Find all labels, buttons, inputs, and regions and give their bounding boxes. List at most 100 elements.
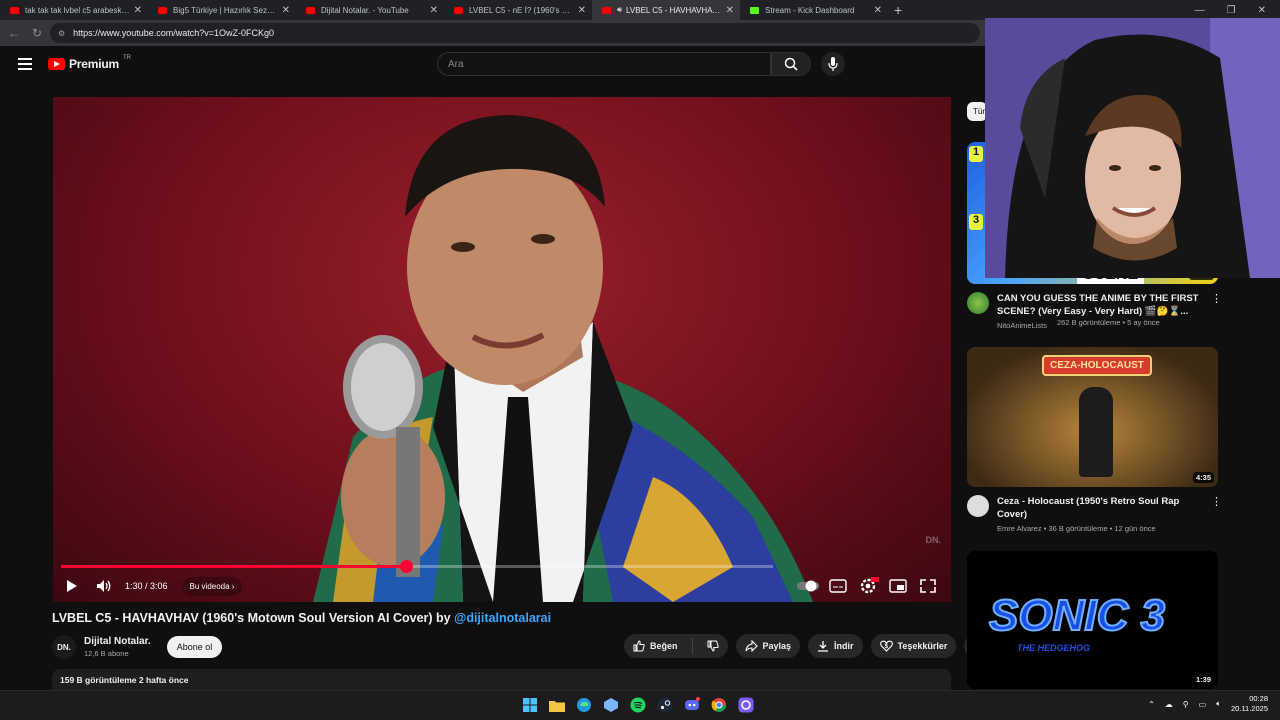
tab-title: tak tak tak lvbel c5 arabesk - YouT bbox=[25, 5, 130, 15]
thanks-label: Teşekkürler bbox=[897, 641, 948, 651]
tab-close-icon[interactable]: ✕ bbox=[430, 5, 438, 16]
tab-title: LVBEL C5 - nE İ? (1960's Motown bbox=[469, 5, 574, 15]
filter-chip-all[interactable]: Tümü bbox=[967, 102, 987, 121]
obs-app-icon[interactable] bbox=[737, 696, 755, 714]
country-code: TR bbox=[122, 55, 131, 61]
discord-icon[interactable] bbox=[683, 696, 701, 714]
restore-icon[interactable]: ❐ bbox=[1227, 5, 1236, 16]
progress-bar[interactable] bbox=[61, 560, 773, 573]
play-icon bbox=[67, 580, 77, 592]
subtitles-icon[interactable] bbox=[827, 576, 849, 596]
video-player[interactable]: 1:30 / 3:06 Bu videoda › DN. bbox=[53, 97, 951, 602]
url-text: https://www.youtube.com/watch?v=1OwZ-0FC… bbox=[73, 28, 275, 38]
volume-button[interactable] bbox=[91, 573, 117, 599]
browser-tab[interactable]: Big5 Türkiye | Hazırlık Sezonu 9. B ✕ bbox=[148, 0, 296, 20]
autoplay-toggle-icon[interactable] bbox=[797, 580, 819, 592]
download-button[interactable]: İndir bbox=[808, 634, 863, 658]
start-windows-icon[interactable] bbox=[521, 696, 539, 714]
youtube-icon bbox=[454, 6, 463, 14]
video-actions: Beğen Paylaş İndir $ Teşekkürler ⋯ bbox=[624, 634, 989, 658]
browser-tab[interactable]: Dijital Notalar. - YouTube ✕ bbox=[296, 0, 444, 20]
video-title-handle-link[interactable]: @dijitalnotalarai bbox=[454, 611, 551, 625]
menu-icon[interactable] bbox=[18, 58, 32, 70]
fullscreen-icon[interactable] bbox=[917, 576, 939, 596]
reload-icon[interactable]: ↻ bbox=[32, 26, 48, 40]
tray-app-icon[interactable]: ☁ bbox=[1165, 700, 1173, 709]
tray-usb-icon[interactable]: ⚲ bbox=[1183, 700, 1189, 709]
channel-avatar[interactable] bbox=[967, 495, 989, 517]
window-controls: — ❐ ✕ bbox=[1195, 0, 1266, 20]
thumb-singer bbox=[1079, 387, 1113, 477]
recommendation-card[interactable]: SONIC 3 THE HEDGEHOG 1:39 bbox=[967, 551, 1218, 689]
share-icon bbox=[744, 640, 758, 652]
tray-expand-icon[interactable]: ⌃ bbox=[1148, 700, 1155, 709]
chapter-label: Bu videoda bbox=[189, 581, 230, 591]
site-info-icon[interactable]: ⚙ bbox=[58, 29, 65, 38]
search-input[interactable]: Ara bbox=[437, 52, 771, 76]
download-icon bbox=[818, 641, 829, 652]
video-owner: DN. Dijital Notalar. 12,6 B abone Abone … bbox=[52, 633, 223, 661]
dislike-button[interactable] bbox=[698, 634, 728, 658]
clock-time: 00:28 bbox=[1249, 694, 1268, 703]
taskbar-apps bbox=[521, 696, 755, 714]
logo-text: Premium bbox=[69, 57, 119, 71]
description-box[interactable]: 159 B görüntüleme 2 hafta önce bbox=[52, 669, 951, 690]
search-button[interactable] bbox=[771, 52, 811, 76]
like-button[interactable]: Beğen bbox=[624, 634, 687, 658]
tab-close-icon[interactable]: ✕ bbox=[726, 5, 734, 16]
more-vertical-icon[interactable]: ⋮ bbox=[1211, 495, 1222, 533]
share-button[interactable]: Paylaş bbox=[735, 634, 801, 658]
views-date: 159 B görüntüleme 2 hafta önce bbox=[60, 675, 189, 685]
tab-title: LVBEL C5 - HAVHAVHAV (1960 bbox=[626, 5, 722, 15]
chapters-button[interactable]: Bu videoda › bbox=[181, 576, 243, 596]
voice-search-button[interactable] bbox=[821, 52, 845, 76]
microphone-icon bbox=[828, 57, 838, 71]
subscribe-button[interactable]: Abone ol bbox=[166, 636, 223, 658]
new-tab-button[interactable]: + bbox=[894, 2, 902, 18]
recommendation-card[interactable]: CEZA-HOLOCAUST 4:35 Ceza - Holocaust (19… bbox=[967, 347, 1222, 533]
browser-tab[interactable]: 🔊︎ LVBEL C5 - HAVHAVHAV (1960 ✕ bbox=[592, 0, 740, 20]
channel-avatar[interactable] bbox=[967, 292, 989, 314]
recommendation-thumbnail[interactable]: CEZA-HOLOCAUST 4:35 bbox=[967, 347, 1218, 487]
tab-close-icon[interactable]: ✕ bbox=[134, 5, 142, 16]
speaker-icon[interactable]: 🔈︎ bbox=[1216, 699, 1221, 709]
network-icon[interactable]: ▭ bbox=[1199, 700, 1207, 709]
channel-avatar[interactable]: DN. bbox=[52, 635, 76, 659]
kick-icon bbox=[750, 6, 759, 14]
close-window-icon[interactable]: ✕ bbox=[1258, 5, 1266, 16]
recommendation-title[interactable]: CAN YOU GUESS THE ANIME BY THE FIRST SCE… bbox=[997, 292, 1207, 318]
youtube-logo[interactable]: Premium TR bbox=[48, 55, 131, 71]
play-button[interactable] bbox=[59, 573, 85, 599]
omnibox[interactable]: ⚙ https://www.youtube.com/watch?v=1OwZ-0… bbox=[50, 23, 980, 43]
tab-title: Stream - Kick Dashboard bbox=[765, 5, 855, 15]
duration-badge: 4:35 bbox=[1192, 472, 1214, 483]
channel-name[interactable]: Dijital Notalar. bbox=[84, 636, 151, 647]
browser-tab[interactable]: LVBEL C5 - nE İ? (1960's Motown ✕ bbox=[444, 0, 592, 20]
browser-tab[interactable]: tak tak tak lvbel c5 arabesk - YouT ✕ bbox=[0, 0, 148, 20]
taskbar-clock[interactable]: 00:28 20.11.2025 bbox=[1231, 694, 1268, 714]
recommendation-thumbnail[interactable]: SONIC 3 THE HEDGEHOG 1:39 bbox=[967, 551, 1218, 689]
settings-icon[interactable] bbox=[857, 576, 879, 596]
tab-close-icon[interactable]: ✕ bbox=[578, 5, 586, 16]
edge-browser-icon[interactable] bbox=[575, 696, 593, 714]
progress-fill bbox=[61, 565, 406, 568]
app-cube-icon[interactable] bbox=[602, 696, 620, 714]
recommendation-title[interactable]: Ceza - Holocaust (1950's Retro Soul Rap … bbox=[997, 495, 1207, 521]
youtube-icon bbox=[158, 6, 167, 14]
chrome-icon[interactable] bbox=[710, 696, 728, 714]
tab-close-icon[interactable]: ✕ bbox=[874, 5, 882, 16]
file-explorer-icon[interactable] bbox=[548, 696, 566, 714]
minimize-icon[interactable]: — bbox=[1195, 5, 1205, 16]
recommendation-channel[interactable]: Emre Alvarez bbox=[997, 524, 1042, 533]
back-icon[interactable]: ← bbox=[8, 26, 24, 40]
steam-icon[interactable] bbox=[656, 696, 674, 714]
subscriber-count: 12,6 B abone bbox=[84, 649, 129, 658]
miniplayer-icon[interactable] bbox=[887, 576, 909, 596]
tab-title: Big5 Türkiye | Hazırlık Sezonu 9. B bbox=[173, 5, 278, 15]
tab-close-icon[interactable]: ✕ bbox=[282, 5, 290, 16]
share-label: Paylaş bbox=[762, 641, 792, 651]
tab-audio-icon[interactable]: 🔊︎ bbox=[617, 5, 622, 15]
browser-tab[interactable]: Stream - Kick Dashboard ✕ bbox=[740, 0, 888, 20]
spotify-icon[interactable] bbox=[629, 696, 647, 714]
thanks-button[interactable]: $ Teşekkürler bbox=[870, 634, 957, 658]
